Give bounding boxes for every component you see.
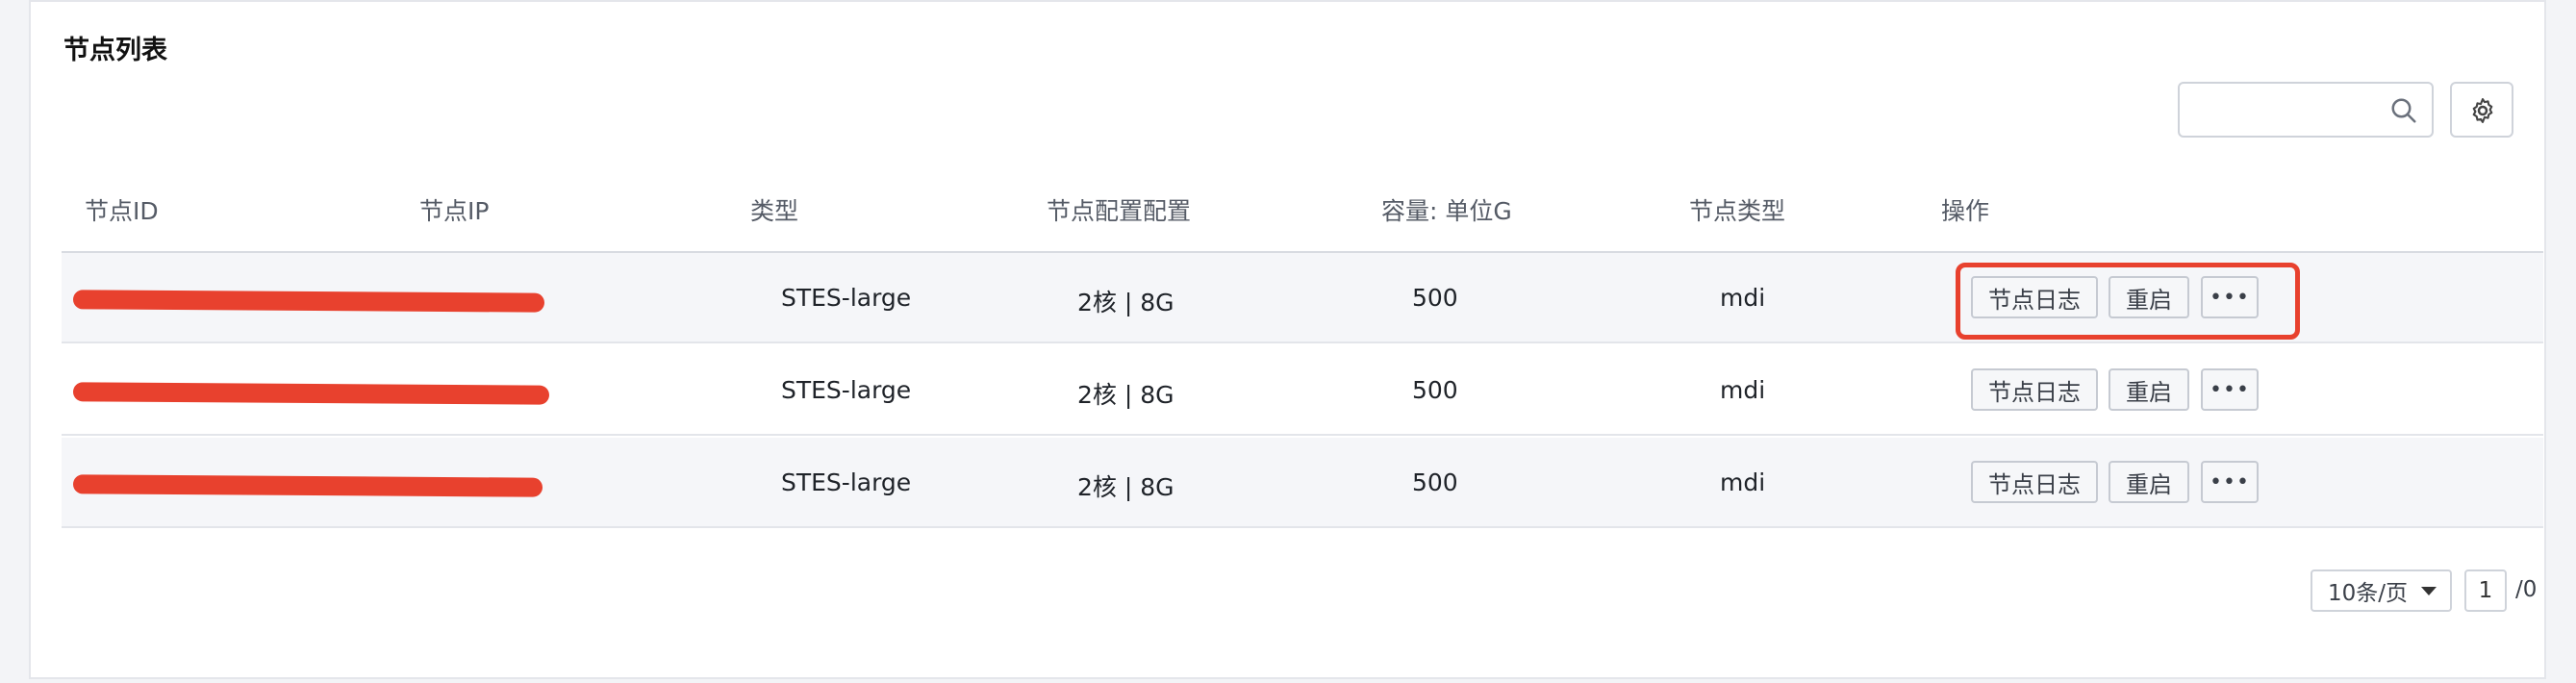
cell-config: 2核 | 8G — [1077, 381, 1174, 409]
cell-config: 2核 | 8G — [1077, 473, 1174, 501]
column-header-actions: 操作 — [1941, 197, 1990, 225]
column-header-node-ip[interactable]: 节点IP — [419, 192, 489, 227]
column-header-config[interactable]: 节点配置配置 — [1047, 192, 1191, 227]
column-header-node-type[interactable]: 节点类型 — [1689, 192, 1785, 227]
cell-node-type: mdi — [1720, 284, 1766, 312]
cell-node-type: mdi — [1720, 468, 1766, 496]
cell-type: STES-large — [781, 284, 912, 312]
page-size-label: 10条/页 — [2328, 581, 2409, 606]
more-actions-button[interactable]: ••• — [2201, 368, 2259, 411]
column-header-node-id[interactable]: 节点ID — [85, 192, 159, 227]
search-icon[interactable] — [2389, 96, 2418, 125]
restart-button[interactable]: 重启 — [2109, 368, 2189, 411]
table-row: STES-large 2核 | 8G 500 mdi 节点日志 重启 ••• — [62, 438, 2543, 528]
column-header-type[interactable]: 类型 — [750, 192, 798, 227]
table-row: STES-large 2核 | 8G 500 mdi 节点日志 重启 ••• — [62, 345, 2543, 436]
redaction-mark — [72, 474, 543, 497]
cell-node-type: mdi — [1720, 376, 1766, 404]
cell-config: 2核 | 8G — [1077, 289, 1174, 316]
restart-button[interactable]: 重启 — [2109, 461, 2189, 503]
redaction-mark — [72, 290, 545, 313]
node-list-panel: 节点列表 节点ID 节点IP 类型 节点配置配置 容量: 单位G 节点类型 操作… — [29, 0, 2546, 679]
search-input[interactable] — [2178, 82, 2434, 138]
settings-button[interactable] — [2450, 82, 2513, 138]
node-log-button[interactable]: 节点日志 — [1971, 368, 2098, 411]
cell-capacity: 500 — [1412, 468, 1458, 496]
cell-type: STES-large — [781, 376, 912, 404]
cell-capacity: 500 — [1412, 284, 1458, 312]
cell-capacity: 500 — [1412, 376, 1458, 404]
page-title: 节点列表 — [63, 36, 167, 65]
node-log-button[interactable]: 节点日志 — [1971, 461, 2098, 503]
column-header-capacity[interactable]: 容量: 单位G — [1381, 192, 1512, 227]
page-size-select[interactable]: 10条/页 — [2311, 569, 2452, 612]
redaction-mark — [72, 382, 550, 405]
more-actions-button[interactable]: ••• — [2201, 461, 2259, 503]
page-total: /0 — [2515, 577, 2538, 602]
caret-down-icon — [2421, 587, 2437, 595]
gear-icon — [2472, 98, 2493, 123]
highlight-box — [1956, 263, 2300, 340]
cell-type: STES-large — [781, 468, 912, 496]
page-number-input[interactable]: 1 — [2464, 569, 2507, 612]
